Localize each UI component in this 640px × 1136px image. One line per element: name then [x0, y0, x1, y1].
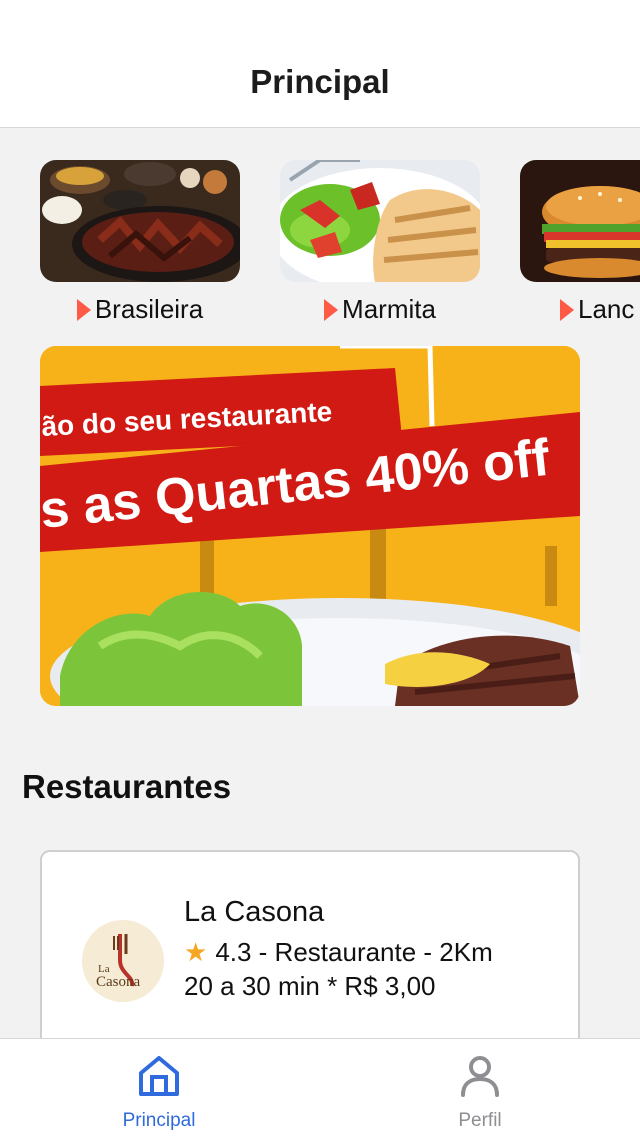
restaurant-logo: La Casona: [82, 920, 164, 1002]
category-label: Lanc: [578, 294, 635, 324]
tab-bar: Principal Perfil: [0, 1038, 640, 1136]
user-icon: [461, 1056, 499, 1097]
section-title-restaurants: Restaurantes: [22, 768, 232, 805]
star-icon: ★: [184, 936, 208, 967]
logo-text-casona: Casona: [96, 974, 141, 990]
category-image-marmita[interactable]: [280, 160, 480, 282]
category-label: Marmita: [342, 294, 436, 324]
category-brasileira[interactable]: Brasileira: [40, 160, 240, 325]
navigation-header: Principal: [0, 0, 640, 128]
restaurant-details: 4.3 - Restaurante - 2Km: [215, 936, 493, 967]
tab-label-principal: Principal: [122, 1110, 196, 1131]
category-carousel[interactable]: Brasileira Marmita Lanc: [0, 160, 640, 330]
category-image-brasileira[interactable]: [40, 160, 240, 282]
tab-principal[interactable]: Principal: [99, 1053, 219, 1132]
category-lanche[interactable]: Lanc: [520, 160, 640, 325]
play-arrow-icon: [76, 298, 91, 321]
category-marmita[interactable]: Marmita: [280, 160, 480, 325]
tab-label-perfil: Perfil: [458, 1110, 502, 1131]
play-arrow-icon: [324, 298, 339, 321]
restaurant-card[interactable]: La Casona La Casona ★ 4.3 - Restaurante …: [40, 850, 580, 1070]
restaurant-name: La Casona: [184, 896, 325, 928]
play-arrow-icon: [560, 298, 574, 321]
category-image-lanche[interactable]: [520, 160, 640, 282]
home-icon: [139, 1056, 179, 1096]
tab-perfil[interactable]: Perfil: [420, 1053, 540, 1132]
category-label: Brasileira: [94, 294, 204, 324]
restaurant-delivery-info: 20 a 30 min * R$ 3,00: [184, 970, 436, 1001]
promo-banner[interactable]: ão do seu restaurante s as Quartas 40% o…: [40, 346, 580, 706]
page-title: Principal: [250, 63, 390, 100]
